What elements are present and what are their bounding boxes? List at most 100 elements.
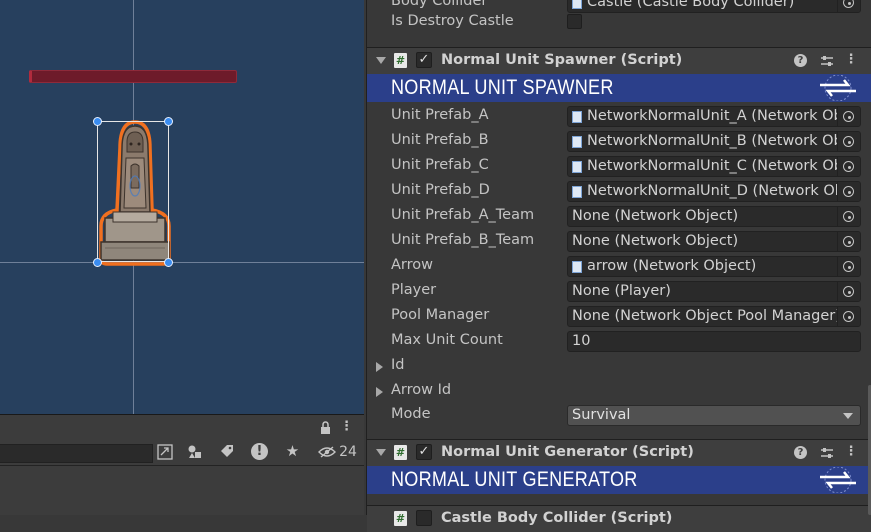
foldout-label: Arrow Id	[391, 382, 452, 398]
prefab-asset-icon	[572, 261, 582, 273]
component-header-normal-unit-spawner[interactable]: # ✓ Normal Unit Spawner (Script) ? ⋮	[367, 47, 871, 74]
foldout-arrow-icon[interactable]	[376, 387, 383, 397]
foldout-arrow-icon[interactable]	[376, 362, 383, 372]
field-label: Unit Prefab_A_Team	[391, 207, 535, 223]
object-picker-icon[interactable]	[837, 307, 860, 326]
object-field[interactable]: None (Network Object Pool Manager)	[567, 306, 861, 327]
object-picker-icon[interactable]	[837, 157, 860, 176]
object-picker-icon[interactable]	[837, 282, 860, 301]
preset-icon[interactable]	[819, 446, 835, 460]
script-icon: #	[394, 445, 407, 460]
field-row-unit-prefab-b: Unit Prefab_B NetworkNormalUnit_B (Netwo…	[367, 129, 871, 154]
object-field[interactable]: None (Network Object)	[567, 231, 861, 252]
script-icon: #	[394, 53, 407, 68]
int-field[interactable]: 10	[567, 331, 861, 352]
object-picker-icon[interactable]	[837, 257, 860, 276]
kebab-menu-icon[interactable]: ⋮	[340, 419, 353, 435]
rect-handle-bottom-left[interactable]	[93, 258, 102, 267]
sync-logo-icon	[820, 467, 856, 493]
selection-rect	[97, 121, 169, 262]
object-field[interactable]: None (Player)	[567, 281, 861, 302]
castle-health-bar	[29, 70, 237, 83]
object-field[interactable]: NetworkNormalUnit_B (Network Object)	[567, 131, 861, 152]
scene-visibility-icon[interactable]	[157, 444, 173, 460]
inspector-panel: Body Collider Castle (Castle Body Collid…	[366, 0, 871, 532]
field-label: Unit Prefab_B	[391, 132, 489, 148]
lock-icon[interactable]	[320, 421, 331, 434]
collapse-arrow-icon[interactable]	[376, 449, 386, 456]
field-row-player: Player None (Player)	[367, 279, 871, 304]
script-icon: #	[394, 511, 407, 526]
field-label: Mode	[391, 406, 431, 422]
banner-title: NORMAL UNIT SPAWNER	[391, 76, 614, 99]
object-field[interactable]: None (Network Object)	[567, 206, 861, 227]
chevron-down-icon	[843, 413, 853, 419]
object-field[interactable]: NetworkNormalUnit_D (Network Object)	[567, 181, 861, 202]
collapse-arrow-icon[interactable]	[376, 57, 386, 64]
field-row-unit-prefab-a: Unit Prefab_A NetworkNormalUnit_A (Netwo…	[367, 104, 871, 129]
checkbox[interactable]	[567, 14, 582, 29]
field-row-unit-prefab-d: Unit Prefab_D NetworkNormalUnit_D (Netwo…	[367, 179, 871, 204]
field-row-max-unit-count: Max Unit Count 10	[367, 329, 871, 354]
prefab-asset-icon	[572, 136, 582, 148]
scene-view[interactable]	[0, 0, 364, 414]
component-header-normal-unit-generator[interactable]: # ✓ Normal Unit Generator (Script) ? ⋮	[367, 439, 871, 466]
component-enabled-checkbox[interactable]: ✓	[416, 52, 432, 68]
object-picker-icon[interactable]	[837, 182, 860, 201]
mode-dropdown[interactable]: Survival	[567, 405, 861, 426]
search-input[interactable]	[0, 444, 153, 463]
field-label: Arrow	[391, 257, 433, 273]
field-label: Pool Manager	[391, 307, 490, 323]
component-title: Castle Body Collider (Script)	[441, 510, 673, 526]
sync-logo-icon	[820, 75, 856, 101]
object-picker-icon[interactable]	[837, 232, 860, 251]
hierarchy-panel: ⋮ ! ★ 24	[0, 414, 364, 515]
foldout-id[interactable]: Id	[367, 354, 871, 379]
prefab-asset-icon	[572, 161, 582, 173]
foldout-arrow-id[interactable]: Arrow Id	[367, 379, 871, 404]
kebab-menu-icon[interactable]: ⋮	[843, 52, 859, 68]
favorite-star-icon[interactable]: ★	[284, 443, 301, 459]
banner-title: NORMAL UNIT GENERATOR	[391, 468, 638, 491]
object-field[interactable]: arrow (Network Object)	[567, 256, 861, 277]
hidden-count: 24	[339, 444, 357, 460]
hierarchy-list[interactable]	[0, 466, 364, 515]
field-row-unit-prefab-b-team: Unit Prefab_B_Team None (Network Object)	[367, 229, 871, 254]
prefab-asset-icon	[572, 111, 582, 123]
help-icon[interactable]: ?	[794, 54, 807, 67]
castle-asset-icon	[572, 0, 582, 9]
scene-axis-horizontal	[0, 262, 364, 263]
rect-handle-top-left[interactable]	[93, 117, 102, 126]
object-picker-icon[interactable]	[837, 132, 860, 151]
tag-icon[interactable]	[219, 444, 235, 460]
rect-handle-top-right[interactable]	[164, 117, 173, 126]
object-picker-icon[interactable]	[837, 207, 860, 226]
script-banner-normal-unit-generator: NORMAL UNIT GENERATOR	[367, 466, 871, 494]
field-row-is-destroy-castle: Is Destroy Castle	[367, 10, 871, 35]
preset-icon[interactable]	[819, 54, 835, 68]
component-header-next[interactable]: # Castle Body Collider (Script)	[367, 505, 871, 532]
field-row-pool-manager: Pool Manager None (Network Object Pool M…	[367, 304, 871, 329]
field-label: Unit Prefab_C	[391, 157, 489, 173]
object-field[interactable]: NetworkNormalUnit_A (Network Object)	[567, 106, 861, 127]
field-row-arrow: Arrow arrow (Network Object)	[367, 254, 871, 279]
hidden-objects-icon[interactable]	[318, 446, 336, 458]
field-label: Unit Prefab_B_Team	[391, 232, 535, 248]
panel-tab-bar: ⋮	[0, 414, 364, 439]
object-picker-icon[interactable]	[837, 107, 860, 126]
layers-icon[interactable]	[187, 444, 203, 460]
error-icon[interactable]: !	[251, 443, 268, 460]
field-row-unit-prefab-c: Unit Prefab_C NetworkNormalUnit_C (Netwo…	[367, 154, 871, 179]
foldout-label: Id	[391, 357, 405, 373]
script-banner-normal-unit-spawner: NORMAL UNIT SPAWNER	[367, 74, 871, 102]
help-icon[interactable]: ?	[794, 446, 807, 459]
kebab-menu-icon[interactable]: ⋮	[843, 444, 859, 460]
object-field[interactable]: NetworkNormalUnit_C (Network Object)	[567, 156, 861, 177]
component-enabled-checkbox[interactable]: ✓	[416, 444, 432, 460]
field-label: Unit Prefab_A	[391, 107, 489, 123]
component-title: Normal Unit Spawner (Script)	[441, 52, 683, 68]
component-enabled-checkbox[interactable]	[416, 510, 432, 526]
field-label: Unit Prefab_D	[391, 182, 490, 198]
panel-toolbar: ! ★ 24	[0, 439, 364, 466]
rect-handle-bottom-right[interactable]	[164, 258, 173, 267]
